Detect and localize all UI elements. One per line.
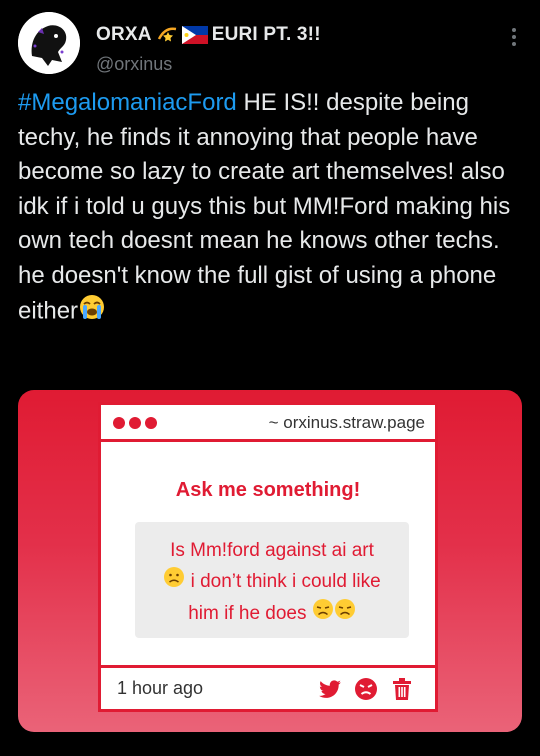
ask-title: Ask me something! — [175, 479, 361, 501]
disappointed-face-icon — [334, 598, 356, 630]
timestamp: 1 hour ago — [117, 678, 204, 698]
display-name-row[interactable]: ORXA EURI PT. 3!! — [96, 24, 321, 46]
question-text: i don’t think i could like — [185, 571, 381, 593]
user-handle[interactable]: @orxinus — [96, 54, 172, 75]
disappointed-face-icon — [312, 598, 334, 630]
twitter-bird-icon[interactable] — [317, 676, 343, 702]
angry-face-icon[interactable] — [353, 676, 379, 702]
loudly-crying-face-icon — [78, 293, 106, 332]
window-footer: 1 hour ago — [101, 665, 435, 709]
question-box: Is Mm!ford against ai art i don’t think … — [135, 522, 409, 638]
question-line: Is Mm!ford against ai art — [170, 540, 374, 561]
trash-icon[interactable] — [389, 676, 415, 702]
window-dot — [129, 417, 141, 429]
dizzy-icon — [156, 24, 178, 46]
display-name-start: ORXA — [96, 24, 152, 45]
question-text: him if he does — [188, 603, 312, 625]
hashtag-link[interactable]: #MegalomaniacFord — [18, 89, 237, 116]
window-dot — [145, 417, 157, 429]
window-titlebar: ~ orxinus.straw.page — [101, 405, 435, 442]
tweet-header: ORXA EURI PT. 3!! @orxinus — [18, 12, 528, 74]
slightly-frowning-face-icon — [163, 566, 185, 598]
tweet-text: #MegalomaniacFord HE IS!! despite being … — [18, 86, 523, 332]
philippines-flag-icon — [181, 26, 208, 44]
page-url: ~ orxinus.straw.page — [268, 413, 425, 432]
avatar[interactable] — [18, 12, 80, 74]
media-card[interactable]: ~ orxinus.straw.page Ask me something! I… — [18, 390, 522, 732]
more-icon[interactable] — [504, 24, 524, 50]
display-name-end: EURI PT. 3!! — [211, 24, 321, 45]
question-line-2: i don’t think i could like — [135, 566, 409, 598]
window-dot — [113, 417, 125, 429]
question-line-3: him if he does — [135, 598, 409, 630]
tweet-body: HE IS!! despite being techy, he finds it… — [18, 89, 511, 325]
ask-window: ~ orxinus.straw.page Ask me something! I… — [98, 402, 438, 712]
